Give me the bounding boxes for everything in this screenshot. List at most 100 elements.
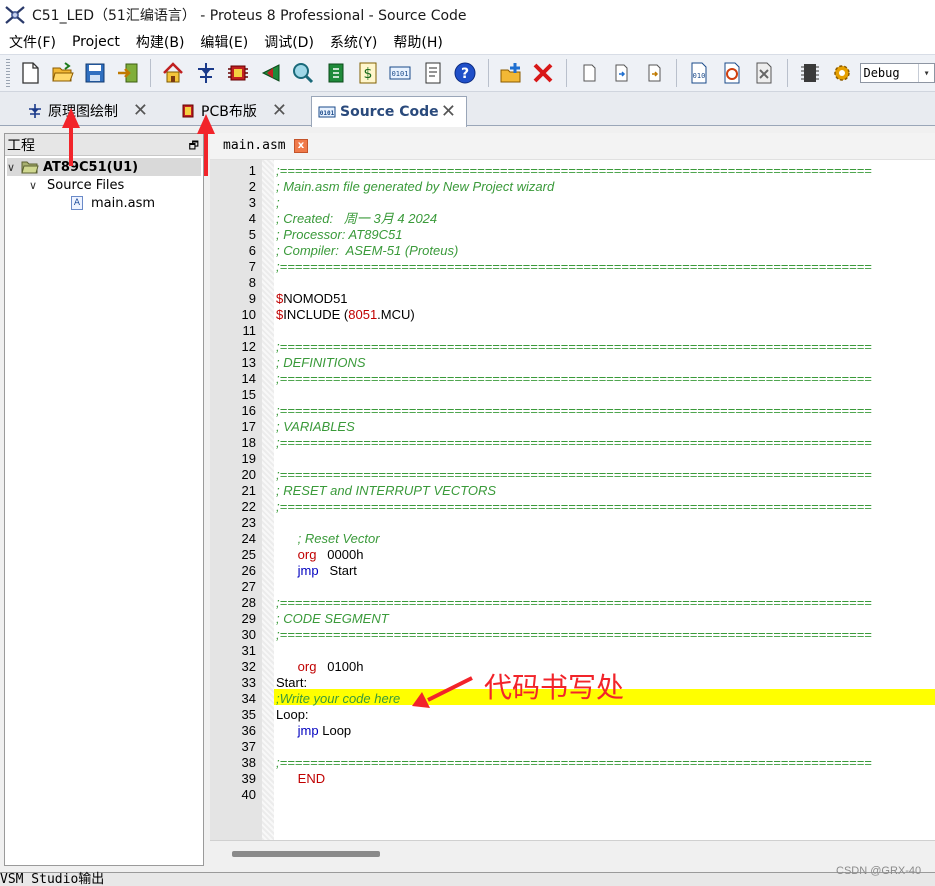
code-line[interactable]: ; Main.asm file generated by New Project… [276,179,554,195]
menu-edit[interactable]: 编辑(E) [195,32,253,52]
horizontal-scrollbar[interactable] [210,840,935,866]
code-token: 0000h [316,547,364,562]
chevron-down-icon[interactable]: ∨ [7,161,21,174]
code-line[interactable]: ;=======================================… [276,371,872,387]
code-text-area[interactable]: ;=======================================… [276,160,935,840]
toolbar-separator [786,59,788,87]
code-line[interactable]: ; VARIABLES [276,419,355,435]
code-line[interactable]: Loop: [276,707,309,723]
code-line[interactable]: ;Write your code here [276,691,400,707]
close-project-icon [117,63,138,83]
save-button[interactable] [81,59,108,87]
menu-file[interactable]: 文件(F) [4,32,61,52]
home-button[interactable] [159,59,186,87]
remove-button[interactable] [530,59,557,87]
restore-window-icon[interactable]: 🗗 [189,137,199,156]
line-number: 2 [248,179,256,194]
tree-item-project[interactable]: ∨ AT89C51(U1) [7,158,201,176]
tree-item-file[interactable]: A main.asm [71,194,155,212]
code-line[interactable]: jmp Loop [276,723,352,739]
chevron-down-icon[interactable]: ▾ [918,64,934,82]
settings-button[interactable] [828,59,855,87]
code-line[interactable]: jmp Start [276,563,357,579]
output-panel: VSM Studio输出 [0,872,935,886]
code-line[interactable]: ;=======================================… [276,403,872,419]
menu-help[interactable]: 帮助(H) [388,32,447,52]
line-number: 22 [241,499,256,514]
code-line[interactable]: ; Reset Vector [276,531,380,547]
code-line[interactable]: ;=======================================… [276,435,872,451]
clean-button[interactable] [751,59,778,87]
bom-button[interactable] [322,59,349,87]
import-button[interactable] [608,59,635,87]
code-line[interactable]: ;=======================================… [276,755,872,771]
menu-build[interactable]: 构建(B) [131,32,190,52]
help-button[interactable]: ? [452,59,479,87]
line-number: 10 [241,307,256,322]
cost-button[interactable]: $ [354,59,381,87]
close-icon[interactable]: ✕ [133,102,148,120]
line-number: 25 [241,547,256,562]
code-line[interactable]: ;=======================================… [276,595,872,611]
code-line[interactable]: ;=======================================… [276,163,872,179]
tab-schematic[interactable]: 原理图绘制 ✕ [20,96,158,126]
code-line[interactable]: ;=======================================… [276,467,872,483]
code-line[interactable]: ; Processor: AT89C51 [276,227,402,243]
tab-source-code[interactable]: 0101 Source Code ✕ [311,96,467,127]
code-line[interactable]: ; Compiler: ASEM-51 (Proteus) [276,243,458,259]
code-line[interactable]: $INCLUDE (8051.MCU) [276,307,415,323]
code-line[interactable]: Start: [276,675,307,691]
code-token: org [297,659,317,674]
build-config-select[interactable]: Debug ▾ [860,63,935,83]
project-pane-title: 工程 [7,137,35,154]
menu-debug[interactable]: 调试(D) [259,32,319,52]
new-file-button[interactable] [16,59,43,87]
line-number: 24 [241,531,256,546]
code-line[interactable]: END [276,771,325,787]
code-line[interactable]: ;=======================================… [276,259,872,275]
code-token: Loop [318,723,352,738]
blank-page-button[interactable] [575,59,602,87]
scrollbar-thumb[interactable] [232,851,380,857]
pcb-icon [182,104,194,118]
rebuild-button[interactable] [718,59,745,87]
menu-system[interactable]: 系统(Y) [325,32,382,52]
close-icon[interactable]: ✕ [272,102,287,120]
3d-view-button[interactable] [289,59,316,87]
chip-button[interactable] [796,59,823,87]
code-line[interactable]: org 0000h [276,547,364,563]
tree-item-source-files[interactable]: ∨ Source Files [29,176,124,194]
pcb-button[interactable] [224,59,251,87]
code-line[interactable]: ;=======================================… [276,339,872,355]
code-token: ; Created: 周一 3月 4 2024 [276,211,438,226]
close-project-button[interactable] [114,59,141,87]
close-icon[interactable]: ✕ [441,103,456,121]
gerber-button[interactable] [257,59,284,87]
code-line[interactable]: ; DEFINITIONS [276,355,366,371]
title-bar: C51_LED（51汇编语言） - Proteus 8 Professional… [0,0,935,30]
tab-pcb[interactable]: PCB布版 ✕ [173,96,297,126]
toolbar-grip[interactable] [6,59,10,87]
code-line[interactable]: ; [276,195,280,211]
code-line[interactable]: ; CODE SEGMENT [276,611,389,627]
notes-button[interactable] [419,59,446,87]
export-icon [648,64,661,82]
code-line[interactable]: ;=======================================… [276,499,872,515]
source-code-button[interactable]: 0101 [387,59,414,87]
chevron-down-icon[interactable]: ∨ [29,179,43,192]
schematic-button[interactable] [192,59,219,87]
code-line[interactable]: $NOMOD51 [276,291,348,307]
add-file-button[interactable] [497,59,524,87]
compile-button[interactable]: 010 [686,59,713,87]
close-icon[interactable]: x [294,139,308,153]
code-line[interactable]: ;=======================================… [276,627,872,643]
file-tab-main-asm[interactable]: main.asm [223,138,286,153]
code-line[interactable]: ; RESET and INTERRUPT VECTORS [276,483,496,499]
code-line[interactable]: ; Created: 周一 3月 4 2024 [276,211,437,227]
export-button[interactable] [640,59,667,87]
open-folder-button[interactable] [49,59,76,87]
menu-project[interactable]: Project [67,34,125,50]
code-line[interactable]: org 0100h [276,659,364,675]
